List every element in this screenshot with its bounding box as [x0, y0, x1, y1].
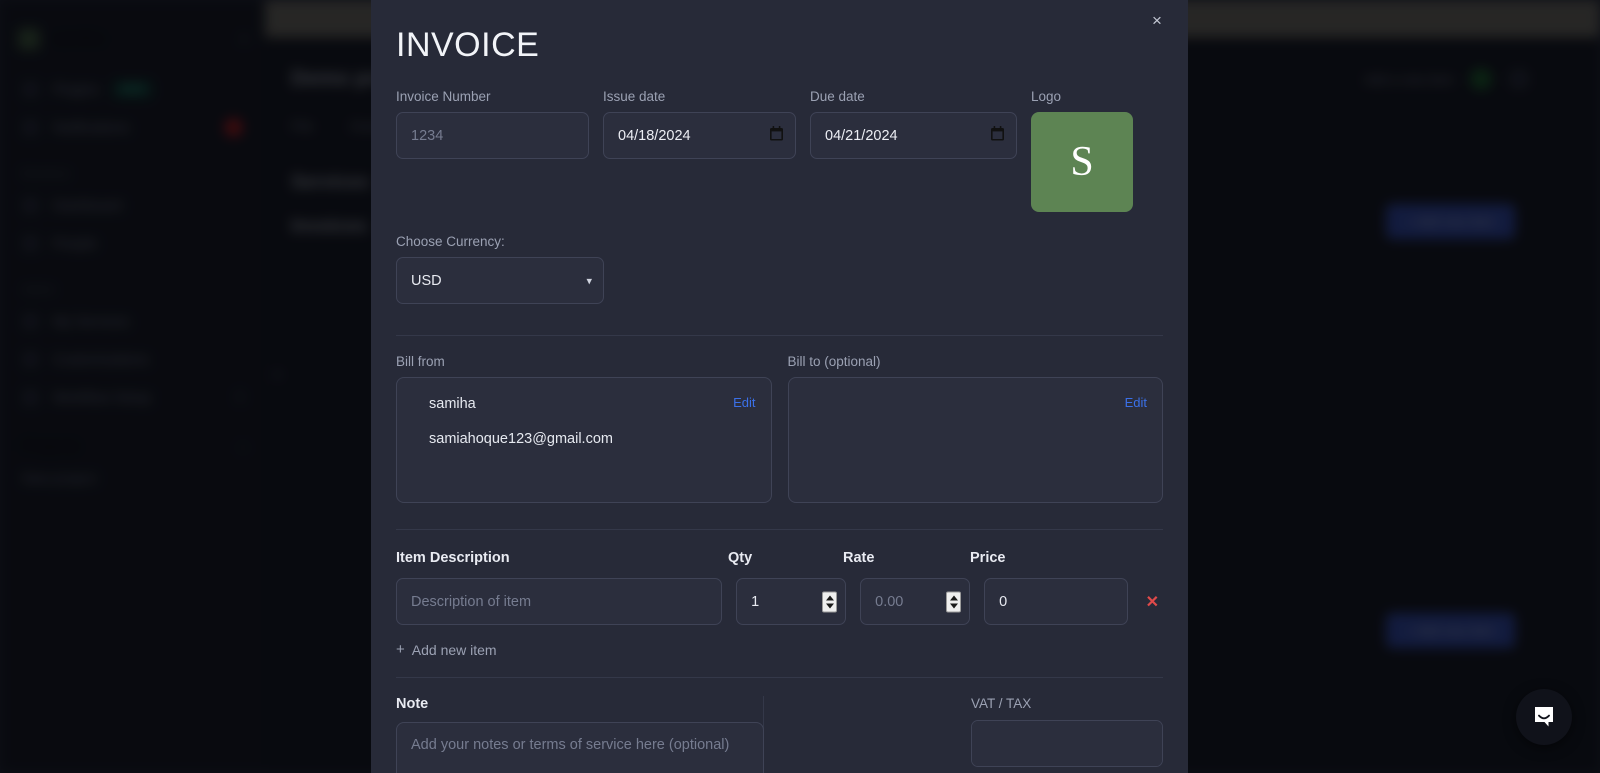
col-header-description: Item Description — [396, 550, 728, 566]
divider — [396, 677, 1163, 678]
note-label: Note — [396, 696, 745, 712]
app-root: samiha ▾ Plugins NEW Notifications Busin… — [0, 0, 1600, 773]
vat-field: VAT / TAX % — [971, 696, 1163, 773]
logo-letter: S — [1070, 138, 1093, 186]
bill-row: Bill from Edit samiha samiahoque123@gmai… — [396, 354, 1163, 503]
vat-label: VAT / TAX — [971, 696, 1163, 711]
due-date-label: Due date — [810, 89, 1017, 104]
bill-from-label: Bill from — [396, 354, 772, 369]
chat-launcher-button[interactable] — [1516, 689, 1572, 745]
add-new-item-label: Add new item — [412, 642, 497, 658]
logo-field: Logo S — [1031, 89, 1151, 212]
logo-label: Logo — [1031, 89, 1151, 104]
invoice-title: INVOICE — [396, 0, 1163, 65]
chat-bubble-icon — [1531, 703, 1557, 732]
close-icon[interactable]: × — [1145, 8, 1169, 32]
stepper-down-icon[interactable] — [950, 603, 958, 608]
bill-from-name: samiha — [429, 396, 755, 412]
divider — [396, 335, 1163, 336]
issue-date-input[interactable] — [603, 112, 796, 159]
due-date-input[interactable] — [810, 112, 1017, 159]
note-textarea[interactable] — [396, 722, 764, 773]
bill-to-field: Bill to (optional) Edit — [788, 354, 1164, 503]
invoice-modal: × INVOICE Invoice Number Issue date — [371, 0, 1188, 773]
invoice-number-field: Invoice Number — [396, 89, 589, 159]
rate-stepper[interactable] — [946, 591, 961, 612]
plus-icon: + — [396, 641, 405, 658]
bill-to-label: Bill to (optional) — [788, 354, 1164, 369]
col-header-price: Price — [970, 550, 1116, 566]
stepper-up-icon[interactable] — [950, 595, 958, 600]
item-price-input[interactable] — [984, 578, 1127, 625]
logo-upload-box[interactable]: S — [1031, 112, 1133, 212]
col-header-qty: Qty — [728, 550, 843, 566]
stepper-up-icon[interactable] — [826, 595, 834, 600]
invoice-number-label: Invoice Number — [396, 89, 589, 104]
stepper-down-icon[interactable] — [826, 603, 834, 608]
currency-select[interactable]: USD — [396, 257, 604, 304]
issue-date-label: Issue date — [603, 89, 796, 104]
bill-to-box: Edit — [788, 377, 1164, 503]
bill-from-field: Bill from Edit samiha samiahoque123@gmai… — [396, 354, 772, 503]
currency-label: Choose Currency: — [396, 234, 1163, 249]
item-description-input[interactable] — [396, 578, 722, 625]
invoice-number-input[interactable] — [396, 112, 589, 159]
due-date-field: Due date — [810, 89, 1017, 159]
item-row: ✕ — [396, 578, 1163, 625]
note-field: Note — [396, 696, 764, 773]
col-header-rate: Rate — [843, 550, 970, 566]
currency-field: Choose Currency: USD ▾ — [396, 234, 1163, 304]
note-vat-row: Note VAT / TAX % — [396, 696, 1163, 773]
bill-from-email: samiahoque123@gmail.com — [429, 431, 755, 447]
add-new-item-button[interactable]: + Add new item — [396, 641, 497, 658]
bill-from-box: Edit samiha samiahoque123@gmail.com — [396, 377, 772, 503]
delete-item-icon[interactable]: ✕ — [1142, 592, 1163, 612]
qty-stepper[interactable] — [822, 591, 837, 612]
vat-input[interactable] — [972, 721, 1163, 766]
divider — [396, 529, 1163, 530]
issue-date-field: Issue date — [603, 89, 796, 159]
bill-to-edit-link[interactable]: Edit — [1125, 395, 1147, 410]
bill-from-edit-link[interactable]: Edit — [733, 395, 755, 410]
items-header-row: Item Description Qty Rate Price — [396, 550, 1163, 566]
invoice-meta-row: Invoice Number Issue date — [396, 89, 1163, 212]
